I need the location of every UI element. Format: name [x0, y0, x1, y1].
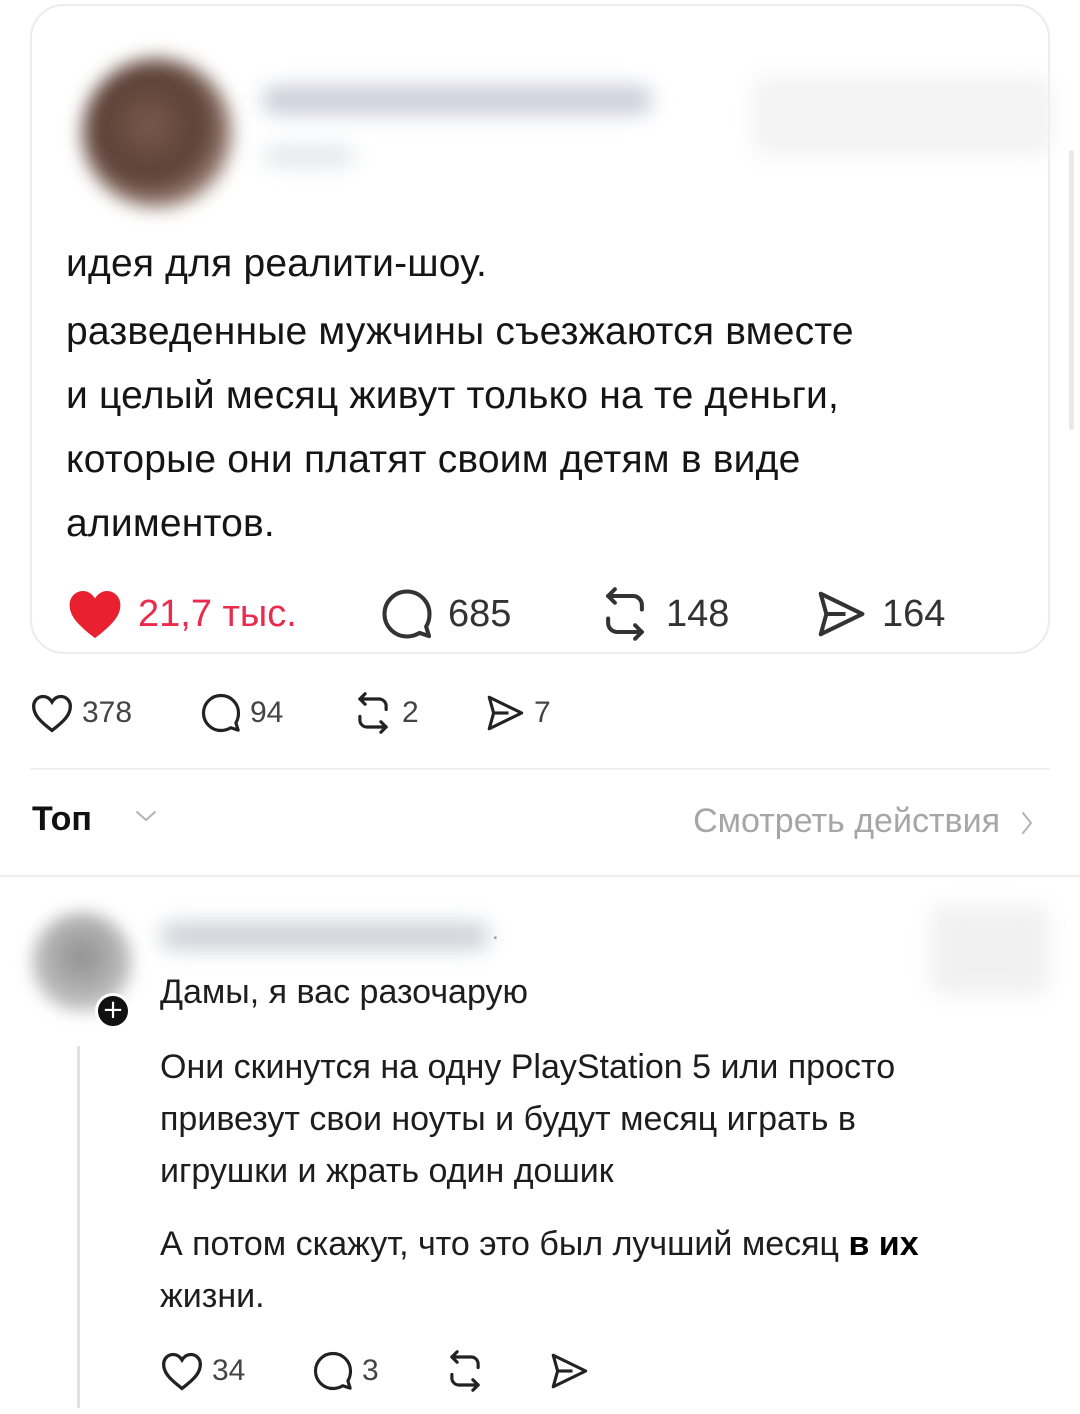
corner-blurred-area: [752, 76, 1052, 156]
send-icon: [484, 692, 526, 734]
share-button[interactable]: 7: [484, 690, 551, 736]
reply-button[interactable]: 94: [200, 690, 283, 736]
quoted-post-actions: 21,7 тыс. 685 148 164: [66, 585, 1006, 643]
comment-reply-count: 3: [362, 1354, 379, 1387]
post-text-line: алиментов.: [66, 502, 275, 545]
post-text-line: разведенные мужчины съезжаются вместе: [66, 310, 854, 353]
divider: [0, 875, 1080, 877]
heart-filled-icon: [66, 587, 124, 641]
comment-line: Они скинутся на одну PlayStation 5 или п…: [160, 1048, 896, 1086]
like-count: 378: [82, 696, 133, 729]
quoted-share-count: 164: [882, 592, 946, 635]
replies-sort-row: Топ Смотреть действия: [30, 796, 1050, 852]
quoted-repost-button[interactable]: 148: [598, 585, 729, 643]
scrollbar[interactable]: [1069, 150, 1074, 430]
divider: [30, 768, 1050, 770]
quoted-reply-count: 685: [448, 592, 512, 635]
follow-plus-icon[interactable]: +: [95, 993, 131, 1029]
post-text-line: и целый месяц живут только на те деньги,: [66, 374, 840, 417]
repost-button[interactable]: 2: [352, 690, 419, 736]
chevron-down-icon[interactable]: [134, 808, 158, 824]
quoted-like-count: 21,7 тыс.: [138, 592, 297, 635]
like-button[interactable]: 378: [30, 690, 132, 736]
thread-line: [77, 1046, 80, 1408]
comment-actions: 34 3: [160, 1348, 620, 1394]
send-icon: [814, 587, 868, 641]
comment-heading: Дамы, я вас разочарую: [160, 973, 528, 1011]
reply-count: 94: [250, 696, 284, 729]
post-text-line: которые они платят своим детям в виде: [66, 438, 801, 481]
comment-reply-button[interactable]: 3: [312, 1348, 379, 1394]
repost-count: 2: [402, 696, 419, 729]
repost-icon: [352, 692, 394, 734]
commenter-name-blurred[interactable]: [160, 922, 490, 950]
quoted-share-button[interactable]: 164: [814, 585, 945, 643]
author-name-blurred[interactable]: [262, 86, 652, 114]
quoted-reply-button[interactable]: 685: [380, 585, 511, 643]
share-count: 7: [534, 696, 551, 729]
comment-repost-button[interactable]: [444, 1348, 486, 1394]
comment-bubble-icon: [200, 692, 242, 734]
post-actions: 378 94 2 7: [30, 690, 630, 736]
quoted-like-button[interactable]: 21,7 тыс.: [66, 585, 297, 643]
post-text-line: идея для реалити-шоу.: [66, 242, 488, 285]
heart-icon: [160, 1350, 204, 1392]
heart-icon: [30, 692, 74, 734]
comment-emphasis: в их: [848, 1225, 919, 1263]
comment-paragraph-2: А потом скажут, что это был лучший месяц…: [160, 1218, 1040, 1322]
comment-bubble-icon: [312, 1350, 354, 1392]
comment-share-button[interactable]: [548, 1348, 590, 1394]
comment-bubble-icon: [380, 587, 434, 641]
comment-line-text: А потом скажут, что это был лучший месяц: [160, 1225, 849, 1263]
repost-icon: [444, 1350, 486, 1392]
comment-line: игрушки и жрать один дошик: [160, 1152, 614, 1190]
comment-line: привезут свои ноуты и будут месяц играть…: [160, 1100, 856, 1138]
sort-dropdown[interactable]: Топ: [32, 800, 92, 839]
name-dot: .: [492, 918, 499, 945]
repost-icon: [598, 587, 652, 641]
view-activity-link[interactable]: Смотреть действия: [693, 802, 1000, 841]
quoted-post-text: идея для реалити-шоу. разведенные мужчин…: [66, 232, 1026, 556]
chevron-right-icon[interactable]: [1020, 810, 1034, 836]
comment-paragraph-1: Они скинутся на одну PlayStation 5 или п…: [160, 1041, 1040, 1197]
comment-like-count: 34: [212, 1354, 246, 1387]
comment-line: А потом скажут, что это был лучший месяц…: [160, 1218, 1040, 1270]
comment-like-button[interactable]: 34: [160, 1348, 245, 1394]
send-icon: [548, 1350, 590, 1392]
author-avatar-blurred[interactable]: [82, 58, 232, 208]
post-time-blurred: [264, 146, 354, 166]
comment-line: жизни.: [160, 1277, 265, 1315]
quoted-repost-count: 148: [666, 592, 730, 635]
